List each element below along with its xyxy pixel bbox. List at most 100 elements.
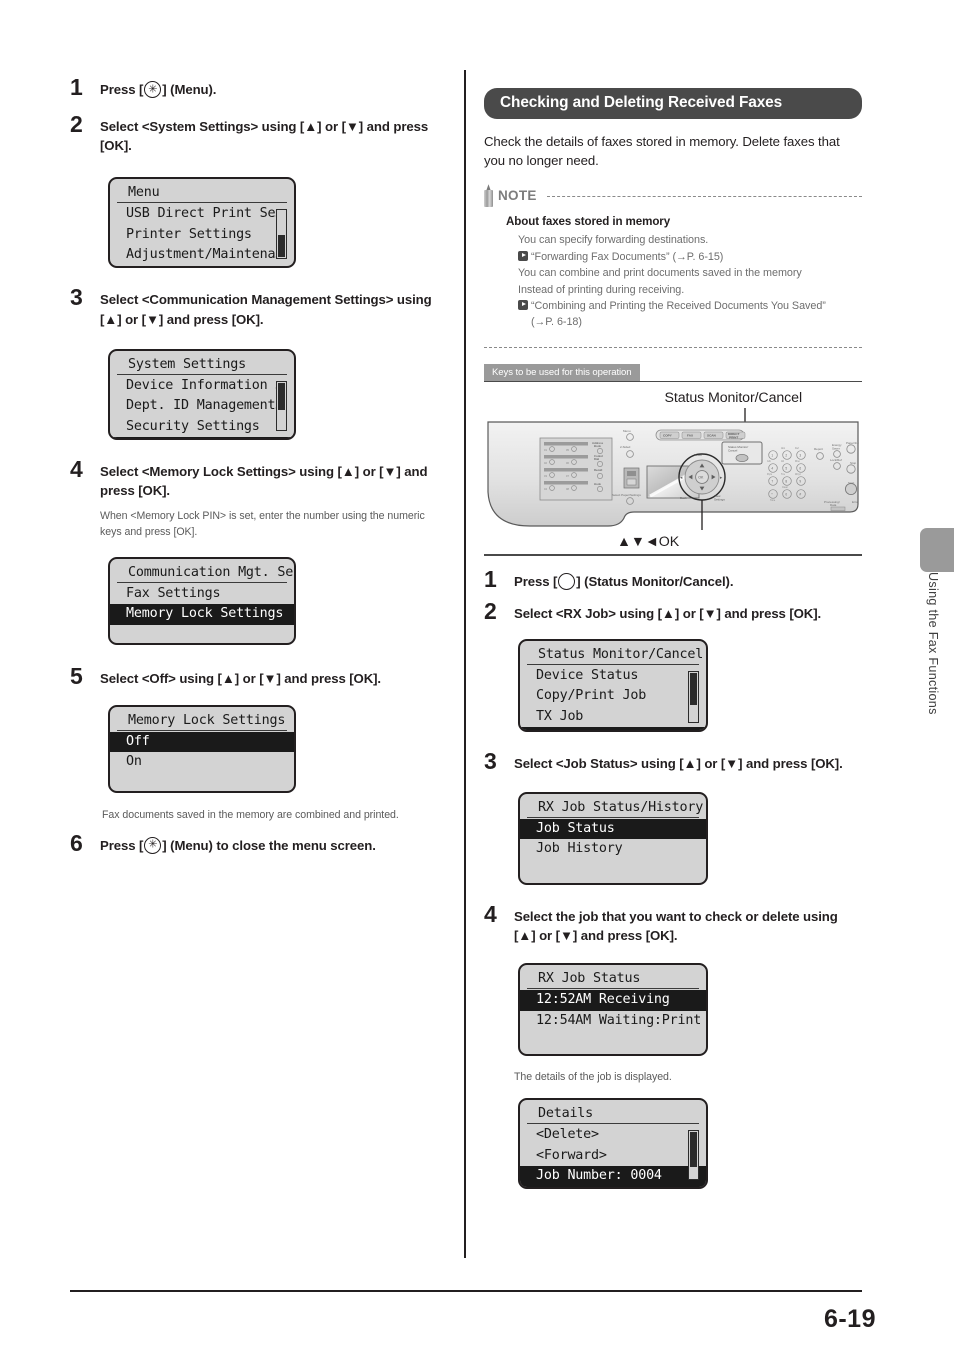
note-line-text: You can combine and print documents save… (518, 267, 802, 280)
step-number: 3 (70, 284, 83, 311)
svg-text:Paper/Ink: Paper/Ink (846, 441, 859, 445)
note-line-text: (→P. 6-18) (531, 316, 582, 329)
lcd-item-selected[interactable]: Off (110, 731, 294, 753)
svg-text:OK: OK (698, 476, 704, 480)
svg-text:4: 4 (771, 466, 773, 470)
side-tab (920, 528, 954, 572)
lcd-item-selected[interactable]: Communication Manage (110, 437, 294, 438)
lcd-item[interactable]: Job History (520, 839, 706, 860)
step-instruction: Select <System Settings> using [▲] or [▼… (100, 119, 429, 154)
lcd-status-monitor-screen: Status Monitor/Cancel Device Status Copy… (518, 638, 708, 732)
note-subheading: About faxes stored in memory (506, 215, 671, 229)
step-r4: 4 Select the job that you want to check … (484, 902, 862, 945)
lcd-item-selected[interactable]: Job Number: 0004 (520, 1166, 706, 1187)
svg-text:Book: Book (594, 444, 601, 448)
svg-text:7: 7 (771, 479, 773, 483)
note-header: NOTE (484, 184, 862, 208)
svg-text:1: 1 (771, 453, 773, 457)
lcd-item[interactable]: Printer Settings (110, 225, 294, 246)
note-line-text: “Forwarding Fax Documents” (→P. 6-15) (531, 250, 724, 263)
svg-text:Saver: Saver (832, 447, 840, 451)
svg-text:Reset: Reset (694, 453, 702, 457)
svg-text:Ghi: Ghi (767, 460, 771, 463)
lcd-memory-lock-screen: Memory Lock Settings Off On (108, 704, 296, 793)
lcd-scrollbar[interactable] (688, 670, 699, 723)
note-line: You can specify forwarding destinations. (518, 232, 862, 248)
lcd-item-list: Device Status Copy/Print Job TX Job RX J… (520, 665, 706, 730)
callout-status-monitor: Status Monitor/Cancel (664, 390, 803, 407)
lcd-item[interactable]: <Delete> (520, 1125, 706, 1146)
step-r4-caption: The details of the job is displayed. (514, 1071, 672, 1084)
svg-text:FAX: FAX (687, 434, 694, 438)
step-subnote: When <Memory Lock PIN> is set, enter the… (100, 509, 425, 538)
section-intro: Check the details of faxes stored in mem… (484, 134, 840, 169)
lcd-item[interactable]: Dept. ID Management… (110, 396, 294, 417)
svg-text:2: 2 (785, 453, 787, 457)
lcd-item-selected[interactable]: 12:52AM Receiving (520, 990, 706, 1011)
step-instruction: Press [ ] (Status Monitor/Cancel). (514, 572, 862, 591)
step-text-post: ] (Status Monitor/Cancel). (576, 573, 734, 589)
lcd-item-list: <Delete> <Forward> Job Number: 0004 Stat… (520, 1124, 706, 1188)
step-instruction: Select <RX Job> using [▲] or [▼] and pre… (514, 605, 822, 621)
svg-text:8: 8 (785, 479, 787, 483)
lcd-scrollbar[interactable] (688, 1130, 699, 1181)
lcd-item[interactable]: 12:54AM Waiting:Print (520, 1011, 706, 1032)
lcd-item-selected[interactable]: System Settings (110, 265, 294, 267)
lcd-scrollbar[interactable] (276, 209, 287, 260)
lcd-item[interactable]: <Forward> (520, 1146, 706, 1167)
lcd-item-selected[interactable]: RX Job (520, 727, 706, 730)
note-line: “Combining and Printing the Received Doc… (518, 298, 862, 314)
step-text-pre: Press [ (514, 573, 558, 589)
step-number: 6 (70, 829, 83, 856)
step-text-pre: Press [ (100, 837, 144, 853)
step-text-post: ] (Menu) to close the menu screen. (162, 837, 376, 853)
note-line: You can combine and print documents save… (518, 265, 862, 281)
lcd-title: Memory Lock Settings (117, 712, 287, 731)
lcd-item-selected[interactable]: Memory Lock Settings (110, 604, 294, 625)
svg-text:Menu: Menu (623, 429, 631, 433)
lcd-item[interactable]: Adjustment/Maintena… (110, 245, 294, 266)
lcd-item[interactable]: Device Information … (110, 376, 294, 397)
lcd-item[interactable]: TX Job (520, 707, 706, 728)
svg-text:Select Paper/Settings: Select Paper/Settings (612, 493, 641, 497)
lcd-item[interactable]: USB Direct Print Se… (110, 204, 294, 225)
lcd-item-list: Fax Settings Memory Lock Settings (110, 583, 294, 625)
lcd-item[interactable]: On (110, 752, 294, 773)
step-number: 1 (70, 74, 83, 100)
step-instruction: Select <Job Status> using [▲] or [▼] and… (514, 755, 843, 771)
menu-icon (144, 836, 162, 854)
svg-text:Wxyz: Wxyz (795, 473, 802, 476)
svg-text:0: 0 (785, 492, 787, 496)
step-instruction: Press [ ] (Menu) to close the menu screen… (100, 836, 442, 855)
menu-icon (144, 81, 162, 98)
control-panel-illustration: 01 05 02 06 03 07 04 08 AddressBook CodedDia… (487, 408, 859, 531)
svg-text:Hook: Hook (594, 482, 601, 486)
lcd-item-selected[interactable]: Job Status (520, 818, 706, 840)
lcd-title: Status Monitor/Cancel (527, 646, 703, 665)
svg-text:3: 3 (799, 453, 801, 457)
step-5: 5 Select <Off> using [▲] or [▼] and pres… (70, 664, 442, 688)
step-r2: 2 Select <RX Job> using [▲] or [▼] and p… (484, 599, 862, 623)
lcd-item[interactable]: Status:Waiting to... (520, 1187, 706, 1188)
svg-text:#: # (799, 492, 801, 496)
step-r1: 1 Press [] (Status Monitor/Cancel). (484, 567, 862, 591)
step-number: 2 (484, 597, 497, 624)
lcd-item[interactable]: Security Settings (110, 417, 294, 438)
step-4: 4 Select <Memory Lock Settings> using [▲… (70, 457, 442, 541)
lcd-communication-mgt-screen: Communication Mgt. Set Fax Settings Memo… (108, 556, 296, 645)
svg-text:Stop: Stop (850, 461, 857, 465)
lcd-item[interactable]: Fax Settings (110, 584, 294, 605)
keys-rule-bottom (484, 554, 862, 556)
lcd-item[interactable]: Device Status (520, 666, 706, 687)
lcd-rx-job-status-history-screen: RX Job Status/History Job Status Job His… (518, 791, 708, 885)
svg-text:6: 6 (799, 466, 801, 470)
lcd-item[interactable]: Copy/Print Job (520, 686, 706, 707)
svg-text:Clear: Clear (782, 486, 788, 489)
step-number: 3 (484, 747, 497, 774)
callout-nav-ok: ▲▼◄OK (616, 534, 680, 551)
step-text-pre: Press [ (100, 82, 144, 97)
lcd-scrollbar[interactable] (276, 380, 287, 431)
step-instruction: Select <Off> using [▲] or [▼] and press … (100, 670, 381, 686)
page-number: 6-19 (823, 1305, 876, 1333)
svg-text:9: 9 (799, 479, 801, 483)
